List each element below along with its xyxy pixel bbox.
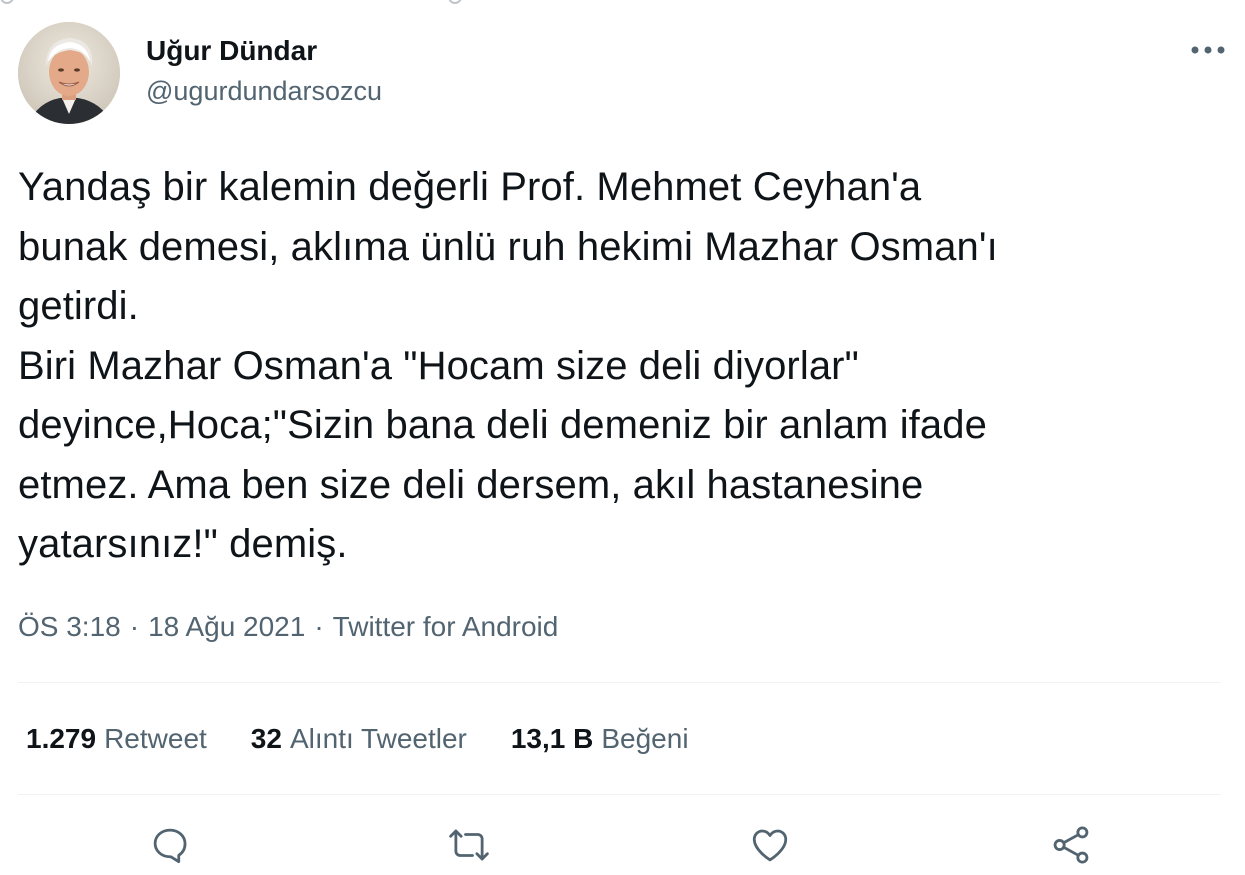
more-icon [1191, 46, 1225, 54]
meta-separator: · [314, 611, 324, 642]
tweet-header: Uğur Dündar @ugurdundarsozcu [18, 22, 1228, 126]
meta-separator: · [129, 611, 140, 642]
retweet-icon [449, 829, 489, 861]
tweet-time[interactable]: ÖS 3:18 [18, 611, 121, 642]
previous-tweet-fragment [0, 0, 1245, 6]
reply-button[interactable] [145, 820, 195, 870]
divider [18, 794, 1221, 795]
author-handle[interactable]: @ugurdundarsozcu [146, 74, 382, 108]
like-label: Beğeni [601, 723, 689, 754]
tweet-stats: 1.279 Retweet 32 Alıntı Tweetler 13,1 B Beğ… [26, 722, 733, 756]
quote-label: Alıntı Tweetler [289, 723, 467, 754]
share-icon [1053, 826, 1089, 864]
retweet-stat[interactable]: 1.279 Retweet [26, 722, 207, 756]
retweet-button[interactable] [444, 820, 494, 870]
divider [18, 682, 1221, 683]
tweet-meta: ÖS 3:18 · 18 Ağu 2021 · Twitter for Android [18, 610, 558, 644]
quote-stat[interactable]: 32 Alıntı Tweetler [251, 722, 467, 756]
like-stat[interactable]: 13,1 B Beğeni [511, 722, 689, 756]
quote-count: 32 [250, 723, 282, 754]
author-names: Uğur Dündar @ugurdundarsozcu [146, 34, 382, 108]
share-button[interactable] [1046, 820, 1096, 870]
retweet-label: Retweet [104, 723, 207, 754]
more-button[interactable] [1188, 38, 1228, 62]
tweet-source[interactable]: Twitter for Android [333, 611, 559, 642]
like-count: 13,1 B [510, 723, 594, 754]
tweet-date[interactable]: 18 Ağu 2021 [148, 611, 305, 642]
tweet-detail-page: Uğur Dündar @ugurdundarsozcu Yandaş bir … [0, 0, 1245, 875]
like-button[interactable] [745, 820, 795, 870]
reply-icon [153, 828, 187, 864]
tweet-text: Yandaş bir kalemin değerli Prof. Mehmet … [18, 165, 998, 566]
like-icon [752, 829, 788, 862]
avatar[interactable] [18, 22, 120, 124]
author-display-name[interactable]: Uğur Dündar [146, 34, 382, 68]
tweet-actions [0, 820, 1245, 870]
retweet-count: 1.279 [26, 723, 97, 754]
